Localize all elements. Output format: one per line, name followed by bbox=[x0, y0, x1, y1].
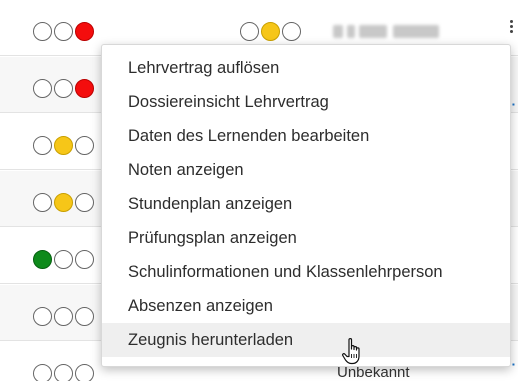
status-light-red bbox=[75, 79, 94, 98]
status-lights bbox=[33, 193, 94, 212]
status-light-green bbox=[33, 250, 52, 269]
scroll-edge-icon: ▪ bbox=[512, 100, 515, 109]
hand-pointer-icon bbox=[342, 338, 360, 365]
menu-item-daten-bearbeiten[interactable]: Daten des Lernenden bearbeiten bbox=[102, 119, 510, 153]
status-light-empty bbox=[33, 307, 52, 326]
scroll-edge-icon: ▪ bbox=[512, 360, 515, 369]
status-lights bbox=[33, 364, 94, 381]
menu-item-zeugnis-herunterladen[interactable]: Zeugnis herunterladen bbox=[102, 323, 510, 357]
status-light-empty bbox=[33, 364, 52, 381]
status-light-empty bbox=[75, 136, 94, 155]
status-light-empty bbox=[75, 307, 94, 326]
status-light-empty bbox=[282, 22, 301, 41]
status-lights bbox=[33, 79, 94, 98]
status-light-yellow bbox=[54, 136, 73, 155]
status-light-empty bbox=[33, 136, 52, 155]
status-lights bbox=[33, 22, 94, 41]
status-light-empty bbox=[33, 193, 52, 212]
status-light-yellow bbox=[54, 193, 73, 212]
status-light-empty bbox=[75, 364, 94, 381]
status-lights bbox=[33, 307, 94, 326]
status-lights bbox=[33, 136, 94, 155]
status-light-empty bbox=[33, 79, 52, 98]
status-light-yellow bbox=[261, 22, 280, 41]
menu-item-pruefungsplan[interactable]: Prüfungsplan anzeigen bbox=[102, 221, 510, 255]
status-lights bbox=[33, 250, 94, 269]
status-light-empty bbox=[54, 250, 73, 269]
menu-item-dossiereinsicht[interactable]: Dossiereinsicht Lehrvertrag bbox=[102, 85, 510, 119]
menu-item-absenzen[interactable]: Absenzen anzeigen bbox=[102, 289, 510, 323]
status-light-empty bbox=[54, 364, 73, 381]
status-light-empty bbox=[75, 250, 94, 269]
status-light-red bbox=[75, 22, 94, 41]
status-light-empty bbox=[54, 79, 73, 98]
status-light-empty bbox=[240, 22, 259, 41]
context-menu: Lehrvertrag auflösen Dossiereinsicht Leh… bbox=[101, 44, 511, 367]
status-lights-secondary bbox=[240, 22, 301, 41]
kebab-icon[interactable] bbox=[510, 20, 514, 34]
status-light-empty bbox=[75, 193, 94, 212]
menu-item-stundenplan[interactable]: Stundenplan anzeigen bbox=[102, 187, 510, 221]
status-light-empty bbox=[33, 22, 52, 41]
status-light-empty bbox=[54, 22, 73, 41]
menu-item-lehrvertrag-aufloesen[interactable]: Lehrvertrag auflösen bbox=[102, 51, 510, 85]
status-light-empty bbox=[54, 307, 73, 326]
redacted-phone-number bbox=[333, 25, 443, 38]
menu-item-noten-anzeigen[interactable]: Noten anzeigen bbox=[102, 153, 510, 187]
menu-item-schulinformationen[interactable]: Schulinformationen und Klassenlehrperson bbox=[102, 255, 510, 289]
